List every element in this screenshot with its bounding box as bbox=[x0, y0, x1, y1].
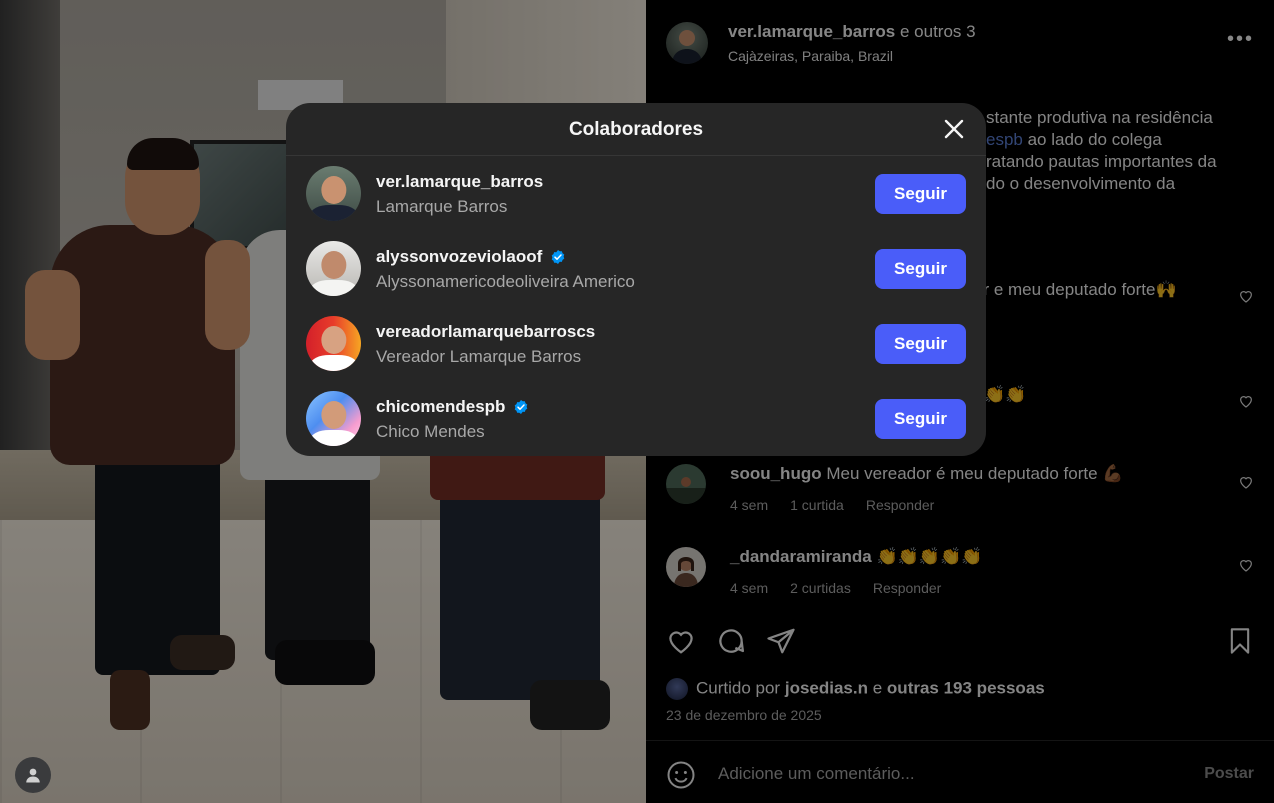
post-date[interactable]: 23 de dezembro de 2025 bbox=[666, 707, 822, 723]
post-authors[interactable]: ver.lamarque_barros e outros 3 bbox=[728, 22, 976, 42]
collaborator-fullname: Vereador Lamarque Barros bbox=[376, 347, 582, 366]
comment-meta: 4 sem 2 curtidas Responder bbox=[730, 580, 963, 596]
share-send-icon[interactable] bbox=[766, 626, 796, 656]
avatar-face bbox=[320, 325, 347, 355]
follow-button[interactable]: Seguir bbox=[875, 174, 966, 214]
collaborator-row: ver.lamarque_barros Lamarque Barros Segu… bbox=[306, 166, 966, 222]
collaborator-row: chicomendespb Chico Mendes Seguir bbox=[306, 391, 966, 447]
commenter-avatar[interactable] bbox=[666, 547, 706, 587]
collaborator-avatar[interactable] bbox=[306, 391, 361, 446]
avatar-face bbox=[320, 400, 347, 430]
follow-button[interactable]: Seguir bbox=[875, 324, 966, 364]
comment-input[interactable]: Adicione um comentário... bbox=[718, 764, 915, 784]
collaborator-fullname: Alyssonamericodeoliveira Americo bbox=[376, 272, 635, 291]
collaborator-username[interactable]: chicomendespb bbox=[376, 397, 529, 417]
comment-text: 👏👏👏👏👏 bbox=[876, 547, 983, 566]
comment-likes[interactable]: 1 curtida bbox=[790, 497, 844, 513]
comment-meta: 4 sem 1 curtida Responder bbox=[730, 497, 956, 513]
heart-icon[interactable] bbox=[1238, 557, 1254, 573]
author-avatar[interactable] bbox=[666, 22, 708, 64]
post-location[interactable]: Cajàzeiras, Paraiba, Brazil bbox=[728, 48, 893, 64]
heart-icon[interactable] bbox=[1238, 474, 1254, 490]
avatar-face bbox=[320, 250, 347, 280]
caption-line: ratando pautas importantes da bbox=[986, 152, 1217, 171]
verified-badge-icon bbox=[515, 400, 528, 414]
comment-item: _dandaramiranda 👏👏👏👏👏 4 sem 2 curtidas Res… bbox=[666, 547, 1254, 607]
caption-mention[interactable]: espb bbox=[986, 130, 1023, 149]
comment-time: 4 sem bbox=[730, 580, 769, 596]
post-caption: stante produtiva na residência espb ao l… bbox=[986, 107, 1256, 195]
comment-text: Meu vereador é meu deputado forte 💪🏾 bbox=[826, 464, 1124, 483]
instagram-post-view: ver.lamarque_barros e outros 3 Cajàzeira… bbox=[0, 0, 1274, 803]
avatar-torso bbox=[310, 354, 357, 371]
commenter-avatar[interactable] bbox=[666, 464, 706, 504]
avatar-face bbox=[320, 175, 347, 205]
verified-badge-icon bbox=[552, 250, 565, 264]
liker-avatar bbox=[666, 678, 688, 700]
comment-text-partial: or e meu deputado forte🙌 bbox=[974, 280, 1177, 299]
modal-header: Colaboradores bbox=[286, 103, 986, 156]
comment-username[interactable]: _dandaramiranda bbox=[730, 547, 872, 566]
author-username[interactable]: ver.lamarque_barros bbox=[728, 22, 895, 41]
liked-by-and: e bbox=[872, 678, 883, 698]
liked-by-user[interactable]: josedias.n bbox=[785, 678, 868, 697]
reply-button[interactable]: Responder bbox=[873, 580, 942, 596]
caption-line: espb ao lado do colega bbox=[986, 129, 1256, 151]
comment-time: 4 sem bbox=[730, 497, 769, 513]
post-header: ver.lamarque_barros e outros 3 Cajàzeira… bbox=[666, 20, 1254, 66]
comment-text-partial: 👏👏 bbox=[984, 385, 1027, 404]
liked-by: Curtido por josedias.n e outras 193 pess… bbox=[666, 678, 1045, 700]
comment-body: soou_hugo Meu vereador é meu deputado fo… bbox=[730, 464, 1123, 484]
tagged-users-button[interactable] bbox=[15, 757, 51, 793]
avatar-image bbox=[666, 547, 706, 587]
comment-likes[interactable]: 2 curtidas bbox=[790, 580, 851, 596]
comment-body: _dandaramiranda 👏👏👏👏👏 bbox=[730, 547, 982, 567]
avatar-image bbox=[672, 30, 702, 64]
collaborator-row: alyssonvozeviolaoof Alyssonamericodeoliv… bbox=[306, 241, 966, 297]
liked-by-prefix: Curtido por bbox=[696, 678, 781, 698]
avatar-torso bbox=[310, 279, 357, 296]
liked-by-others[interactable]: outras 193 pessoas bbox=[887, 678, 1045, 697]
divider bbox=[646, 740, 1274, 741]
and-others-link[interactable]: e outros 3 bbox=[900, 22, 976, 41]
follow-button[interactable]: Seguir bbox=[875, 249, 966, 289]
modal-title: Colaboradores bbox=[568, 119, 704, 140]
avatar-image bbox=[666, 464, 706, 504]
reply-button[interactable]: Responder bbox=[866, 497, 935, 513]
collaborator-username[interactable]: ver.lamarque_barros bbox=[376, 172, 543, 192]
like-heart-icon[interactable] bbox=[666, 626, 696, 656]
user-icon bbox=[26, 768, 40, 783]
more-horizontal-icon[interactable]: ••• bbox=[1227, 28, 1254, 51]
collaborator-avatar[interactable] bbox=[306, 166, 361, 221]
collaborator-avatar[interactable] bbox=[306, 316, 361, 371]
caption-text: ao lado do colega bbox=[1022, 130, 1162, 149]
comment-username[interactable]: soou_hugo bbox=[730, 464, 822, 483]
close-icon[interactable] bbox=[942, 117, 966, 141]
collaborator-username[interactable]: vereadorlamarquebarroscs bbox=[376, 322, 595, 342]
caption-line: do o desenvolvimento da bbox=[986, 174, 1176, 193]
collaborator-fullname: Chico Mendes bbox=[376, 422, 485, 441]
caption-line: stante produtiva na residência bbox=[986, 108, 1213, 127]
bookmark-icon[interactable] bbox=[1226, 626, 1254, 656]
emoji-icon[interactable] bbox=[666, 760, 696, 790]
heart-icon[interactable] bbox=[1238, 393, 1254, 409]
comment-composer: Adicione um comentário... Postar bbox=[666, 760, 1254, 790]
collaborator-row: vereadorlamarquebarroscs Vereador Lamarq… bbox=[306, 316, 966, 372]
collaborator-fullname: Lamarque Barros bbox=[376, 197, 508, 216]
avatar-torso bbox=[310, 429, 357, 446]
heart-icon[interactable] bbox=[1238, 288, 1254, 304]
follow-button[interactable]: Seguir bbox=[875, 399, 966, 439]
comment-item: soou_hugo Meu vereador é meu deputado fo… bbox=[666, 464, 1254, 524]
post-comment-button[interactable]: Postar bbox=[1204, 765, 1254, 783]
collaborator-username[interactable]: alyssonvozeviolaoof bbox=[376, 247, 566, 267]
avatar-torso bbox=[310, 204, 357, 221]
collaborator-avatar[interactable] bbox=[306, 241, 361, 296]
collaborators-modal: Colaboradores ver.lamarque_barros Lamarq… bbox=[286, 103, 986, 456]
post-actions bbox=[666, 626, 1254, 658]
comment-bubble-icon[interactable] bbox=[716, 626, 746, 656]
